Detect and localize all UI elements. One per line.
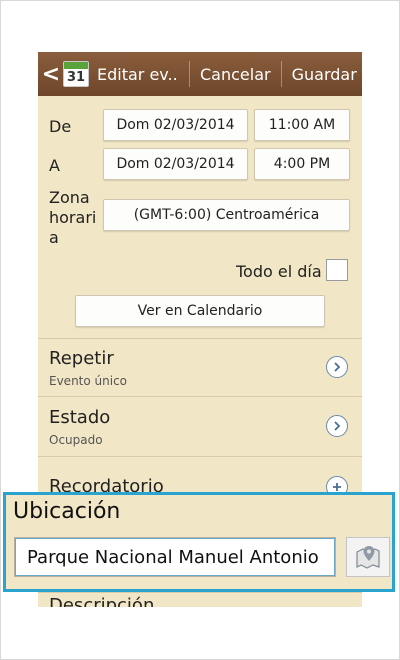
location-input[interactable]	[14, 537, 336, 577]
back-chevron-icon[interactable]: <	[41, 52, 61, 96]
map-button[interactable]	[346, 537, 390, 577]
timezone-label-line-1: Zona	[49, 188, 90, 207]
all-day-checkbox[interactable]	[326, 259, 348, 281]
chevron-right-icon[interactable]	[326, 356, 348, 378]
calendar-app-icon[interactable]: 31	[63, 61, 89, 87]
calendar-icon-day: 31	[66, 70, 86, 85]
repeat-title: Repetir	[49, 348, 114, 369]
screen-title: Editar ev..	[97, 64, 178, 84]
end-time-button[interactable]: 4:00 PM	[254, 148, 350, 180]
map-pin-icon	[356, 546, 380, 569]
save-button[interactable]: Guardar	[288, 65, 361, 84]
section-divider	[38, 456, 362, 457]
all-day-label: Todo el día	[236, 262, 322, 281]
timezone-label-line-3: a	[49, 228, 59, 247]
location-highlight: Ubicación	[3, 492, 395, 592]
action-bar: < 31 Editar ev.. Cancelar Guardar	[38, 52, 362, 96]
view-in-calendar-button[interactable]: Ver en Calendario	[75, 295, 325, 327]
status-value: Ocupado	[49, 433, 103, 447]
timezone-button[interactable]: (GMT-6:00) Centroamérica	[103, 199, 350, 231]
end-date-button[interactable]: Dom 02/03/2014	[103, 148, 248, 180]
timezone-label-line-2: horari	[49, 208, 97, 227]
action-bar-divider	[189, 61, 190, 87]
location-title: Ubicación	[13, 499, 121, 524]
start-label: De	[49, 117, 72, 136]
end-label: A	[49, 156, 60, 175]
start-time-button[interactable]: 11:00 AM	[254, 109, 350, 141]
section-divider	[38, 396, 362, 397]
section-divider	[38, 338, 362, 339]
repeat-value: Evento único	[49, 374, 128, 388]
calendar-icon-header	[64, 62, 88, 69]
description-title[interactable]: Descripción	[49, 595, 154, 607]
chevron-right-icon[interactable]	[326, 415, 348, 437]
action-bar-divider	[280, 61, 282, 87]
cancel-button[interactable]: Cancelar	[196, 65, 275, 84]
status-title: Estado	[49, 407, 111, 428]
section-divider	[38, 592, 362, 593]
start-date-button[interactable]: Dom 02/03/2014	[103, 109, 248, 141]
